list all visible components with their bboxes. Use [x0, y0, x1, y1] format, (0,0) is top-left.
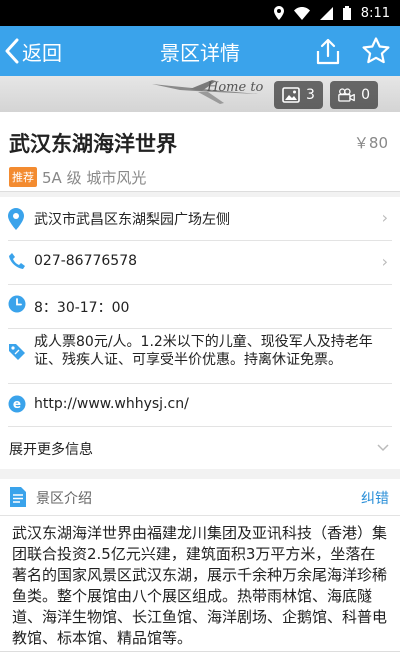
spot-name: 武汉东湖海洋世界 [9, 132, 177, 156]
video-camera-icon [338, 88, 355, 102]
bottom-tab-bar [0, 651, 400, 663]
intro-body: 武汉东湖海洋世界由福建龙川集团及亚讯科技（香港）集团联合投资2.5亿元兴建，建筑… [12, 524, 388, 647]
report-error-link[interactable]: 纠错 [361, 488, 389, 508]
back-label: 返回 [22, 40, 62, 65]
image-icon [282, 87, 300, 103]
back-button[interactable]: 返回 [4, 26, 62, 76]
chevron-down-icon [377, 444, 389, 452]
ticket-row: 成人票80元/人。1.2米以下的儿童、现役军人及持老年证、残疾人证、可享受半价优… [0, 329, 400, 383]
nav-bar: 返回 景区详情 [0, 26, 400, 76]
photo-count: 3 [306, 87, 315, 103]
phone-row[interactable]: 027-86776578 › [0, 241, 400, 283]
status-time: 8:11 [360, 5, 390, 21]
intro-header: 景区介绍 纠错 [0, 479, 400, 516]
info-card: 武汉市武昌区东湖梨园广场左侧 › 027-86776578 › 8：30-17：… [0, 197, 400, 469]
spot-rating-category: 5A 级 城市风光 [42, 169, 147, 187]
banner-caption: Home to [207, 80, 264, 95]
web-link-icon: e [8, 395, 26, 413]
recommend-tag: 推荐 [9, 167, 37, 187]
hours-text: 8：30-17：00 [34, 300, 130, 316]
address-row[interactable]: 武汉市武昌区东湖梨园广场左侧 › [0, 197, 400, 239]
wifi-icon [293, 6, 310, 20]
expand-more-row[interactable]: 展开更多信息 [0, 427, 400, 469]
ticket-text: 成人票80元/人。1.2米以下的儿童、现役军人及持老年证、残疾人证、可享受半价优… [34, 334, 373, 368]
clock-icon [8, 295, 26, 313]
signal-icon [319, 6, 333, 20]
svg-text:e: e [13, 397, 21, 411]
photo-count-badge[interactable]: 3 [274, 81, 323, 109]
phone-text: 027-86776578 [34, 253, 138, 269]
location-icon [273, 6, 284, 20]
share-icon[interactable] [313, 37, 343, 67]
hours-row: 8：30-17：00 [0, 285, 400, 327]
chevron-right-icon: › [381, 252, 388, 271]
divider [0, 515, 400, 516]
website-text: http://www.whhysj.cn/ [34, 396, 189, 412]
status-bar: 8:11 [0, 0, 400, 26]
address-text: 武汉市武昌区东湖梨园广场左侧 [34, 212, 230, 228]
chevron-left-icon [5, 38, 19, 64]
favorite-star-icon[interactable] [361, 36, 391, 66]
phone-icon [9, 253, 25, 269]
video-count: 0 [361, 87, 370, 103]
chevron-right-icon: › [381, 208, 388, 227]
website-row[interactable]: e http://www.whhysj.cn/ [0, 384, 400, 426]
spot-price: ￥80 [353, 134, 388, 152]
location-pin-icon [8, 208, 24, 230]
intro-title: 景区介绍 [36, 491, 92, 507]
document-icon [10, 487, 26, 507]
price-tag-icon [9, 344, 25, 360]
spot-title-card: 武汉东湖海洋世界 ￥80 推荐 5A 级 城市风光 [0, 112, 400, 192]
intro-card: 景区介绍 纠错 武汉东湖海洋世界由福建龙川集团及亚讯科技（香港）集团联合投资2.… [0, 479, 400, 663]
expand-more-label: 展开更多信息 [9, 442, 93, 458]
battery-icon [342, 6, 351, 20]
video-count-badge[interactable]: 0 [330, 81, 378, 109]
